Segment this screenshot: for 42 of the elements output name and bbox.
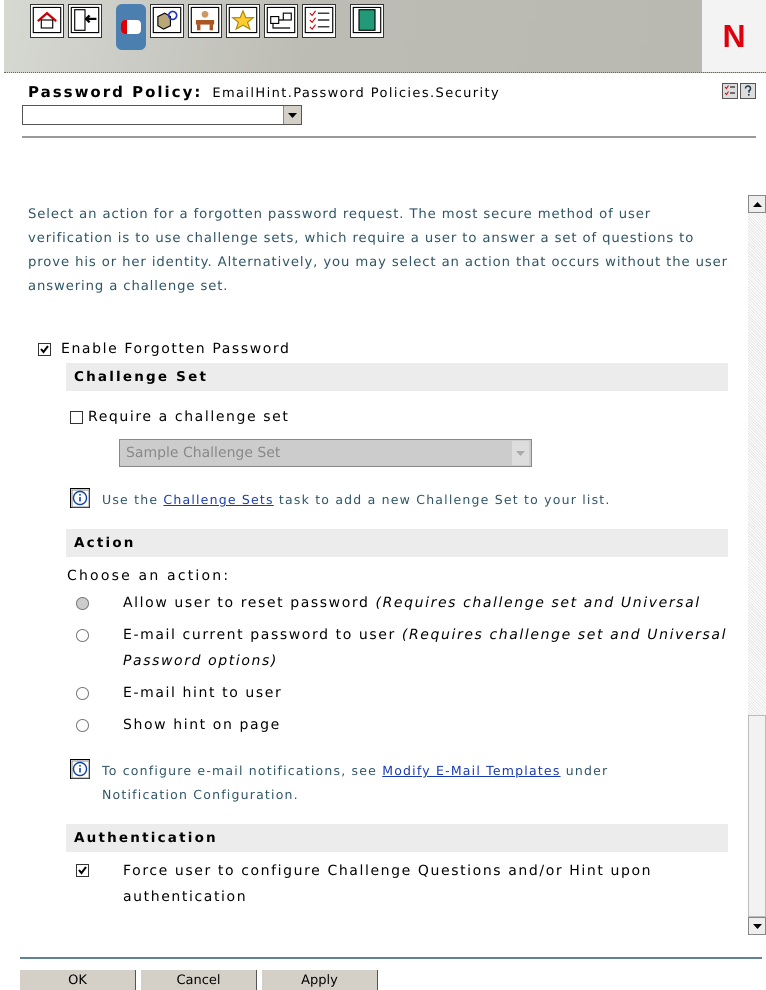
prompt-text: Choose an action: [67, 568, 232, 584]
desk-person-icon[interactable] [188, 4, 222, 38]
dialog-button[interactable]: Cancel [141, 970, 257, 990]
scroll-thumb[interactable] [748, 715, 766, 917]
checkbox-label: Enable Forgotten Password [61, 341, 291, 357]
network-icon[interactable] [264, 4, 298, 38]
checklist-icon[interactable] [722, 83, 738, 99]
checkbox-label: Require a challenge set [88, 409, 290, 425]
dialog-button[interactable]: Apply [262, 970, 378, 990]
box-magnifier-icon[interactable] [150, 4, 184, 38]
instructions-text: Select an action for a forgotten password request. The most secure method of user verification is to use challenge sets, which require a user to answer a set of questions to prove his or her identity. Alternatively, you may select an action that occurs without the user answering a challenge set. [28, 206, 729, 296]
policy-label: Password Policy: [28, 83, 202, 101]
dialog-button[interactable]: OK [20, 970, 136, 990]
policy-name: EmailHint.Password Policies.Security [212, 86, 500, 101]
radio-label: Allow user to reset password (Requires challenge set and Universal [123, 594, 701, 613]
checkbox[interactable] [38, 342, 51, 356]
house-icon[interactable] [30, 4, 64, 38]
section-header: Authentication [66, 824, 728, 852]
radio-label: Show hint on page [123, 716, 281, 735]
radio-button[interactable] [76, 719, 89, 732]
scroll-up-icon[interactable] [748, 195, 766, 213]
checkbox-label: Force user to configure Challenge Questions and/or Hint upon authentication [123, 862, 654, 907]
info-text: To configure e-mail notifications, see Modify E-Mail Templates under Notification Configuration. [102, 762, 610, 804]
scrollbar[interactable] [748, 195, 766, 935]
checklist-icon[interactable] [302, 4, 336, 38]
checkbox[interactable] [70, 410, 83, 424]
dropdown[interactable] [22, 105, 302, 125]
info-icon [70, 759, 90, 779]
link[interactable]: Challenge Sets [163, 492, 274, 507]
radio-label: E-mail current password to user (Requires challenge set and Universal Password options) [123, 626, 728, 671]
section-header: Action [66, 529, 728, 557]
link[interactable]: Modify E-Mail Templates [382, 763, 561, 778]
scroll-down-icon[interactable] [748, 917, 766, 935]
help-icon[interactable] [740, 83, 756, 99]
radio-button[interactable] [76, 687, 89, 700]
checkbox[interactable] [76, 864, 89, 877]
info-icon [70, 488, 90, 508]
radio-button[interactable] [76, 629, 89, 642]
logo: N [702, 0, 766, 72]
info-text: Use the Challenge Sets task to add a new Challenge Set to your list. [102, 491, 612, 509]
radio-label: E-mail hint to user [123, 684, 282, 703]
section-header: Challenge Set [66, 363, 728, 391]
